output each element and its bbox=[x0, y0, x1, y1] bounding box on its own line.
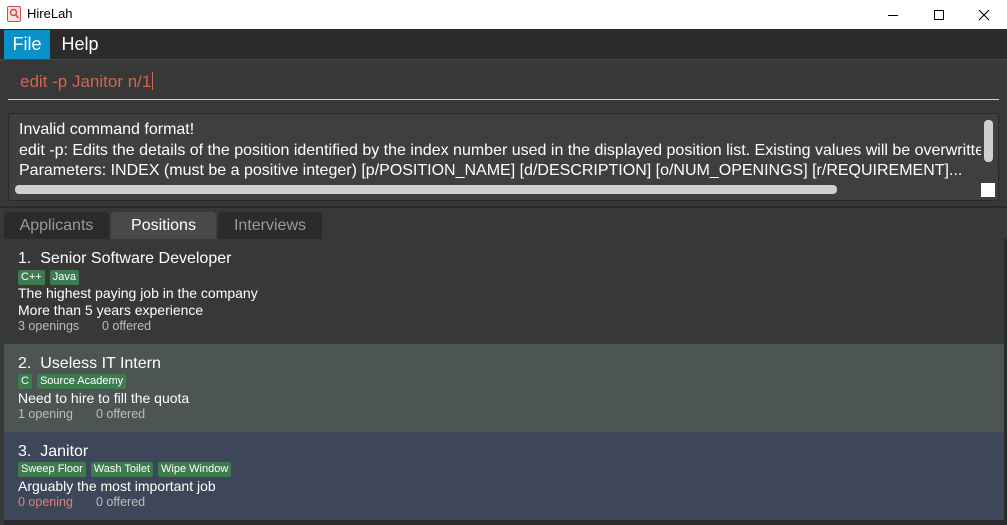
requirement: Arguably the most important job bbox=[18, 478, 216, 494]
hirelah-app-icon bbox=[7, 6, 21, 22]
result-line: edit -p: Edits the details of the positi… bbox=[19, 141, 981, 159]
position-stats: 0 opening 0 offered bbox=[18, 495, 145, 509]
tag: Sweep Floor bbox=[18, 462, 86, 477]
position-list: 1. Senior Software Developer C++ Java Th… bbox=[4, 239, 1007, 525]
close-icon bbox=[978, 9, 990, 20]
tag: C++ bbox=[18, 270, 45, 285]
menu-bar: File Help bbox=[0, 29, 1007, 59]
position-card-selected[interactable]: 3. Janitor Sweep Floor Wash Toilet Wipe … bbox=[4, 432, 1004, 520]
offered-count: 0 offered bbox=[102, 319, 152, 333]
openings-count: 0 opening bbox=[18, 495, 73, 509]
position-card[interactable]: 1. Senior Software Developer C++ Java Th… bbox=[4, 239, 1004, 344]
position-name: Senior Software Developer bbox=[40, 250, 232, 267]
position-index: 3. bbox=[18, 443, 32, 460]
tag: Wipe Window bbox=[158, 462, 232, 477]
requirement: More than 5 years experience bbox=[18, 302, 204, 318]
minimize-button[interactable] bbox=[870, 0, 916, 29]
command-box: edit -p Janitor n/1 bbox=[0, 59, 1007, 108]
menu-file[interactable]: File bbox=[4, 30, 50, 59]
offered-count: 0 offered bbox=[96, 407, 146, 421]
maximize-button[interactable] bbox=[916, 0, 962, 29]
tab-positions[interactable]: Positions bbox=[111, 212, 216, 239]
minimize-icon bbox=[888, 14, 898, 16]
tag: C bbox=[18, 374, 32, 389]
horizontal-scrollbar[interactable] bbox=[15, 185, 837, 194]
command-input-value: edit -p Janitor n/1 bbox=[20, 72, 152, 91]
position-title: 3. Janitor bbox=[18, 443, 88, 461]
position-name: Janitor bbox=[40, 443, 89, 460]
position-card[interactable]: 2. Useless IT Intern C Source Academy Ne… bbox=[4, 344, 1004, 432]
openings-count: 3 openings bbox=[18, 319, 80, 333]
menu-help[interactable]: Help bbox=[52, 30, 108, 59]
tag: Java bbox=[49, 270, 80, 285]
position-title: 1. Senior Software Developer bbox=[18, 250, 231, 268]
openings-count: 1 opening bbox=[18, 407, 73, 421]
tag: Wash Toilet bbox=[90, 462, 154, 477]
tag: Source Academy bbox=[36, 374, 127, 389]
result-text: Invalid command format! edit -p: Edits t… bbox=[19, 120, 981, 182]
position-stats: 1 opening 0 offered bbox=[18, 407, 145, 421]
text-caret bbox=[152, 72, 154, 90]
position-stats: 3 openings 0 offered bbox=[18, 319, 151, 333]
tag-list: C Source Academy bbox=[18, 374, 127, 389]
tab-interviews[interactable]: Interviews bbox=[218, 212, 322, 239]
scrollbar-corner bbox=[981, 183, 995, 197]
tab-bar: Applicants Positions Interviews bbox=[0, 208, 1007, 239]
position-index: 1. bbox=[18, 250, 32, 267]
close-button[interactable] bbox=[961, 0, 1007, 29]
result-line: Invalid command format! bbox=[19, 121, 195, 138]
title-bar: HireLah bbox=[0, 0, 1007, 29]
result-display[interactable]: Invalid command format! edit -p: Edits t… bbox=[8, 113, 999, 201]
command-input[interactable]: edit -p Janitor n/1 bbox=[8, 68, 999, 100]
offered-count: 0 offered bbox=[96, 495, 146, 509]
tag-list: Sweep Floor Wash Toilet Wipe Window bbox=[18, 462, 232, 477]
window-title: HireLah bbox=[27, 6, 73, 21]
position-index: 2. bbox=[18, 355, 32, 372]
position-name: Useless IT Intern bbox=[40, 355, 161, 372]
maximize-icon bbox=[934, 9, 944, 20]
result-line: Parameters: INDEX (must be a positive in… bbox=[19, 162, 963, 179]
tab-applicants[interactable]: Applicants bbox=[4, 212, 109, 239]
requirement: Need to hire to fill the quota bbox=[18, 390, 190, 406]
tag-list: C++ Java bbox=[18, 270, 80, 285]
vertical-scrollbar[interactable] bbox=[984, 120, 993, 162]
position-title: 2. Useless IT Intern bbox=[18, 355, 161, 373]
requirement: The highest paying job in the company bbox=[18, 285, 258, 301]
